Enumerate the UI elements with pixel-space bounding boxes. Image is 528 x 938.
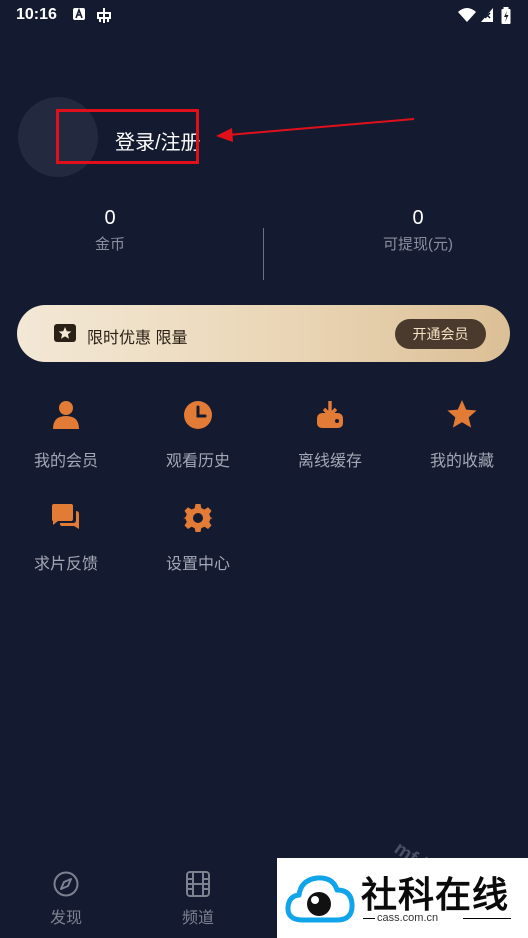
withdrawable-value: 0 (412, 207, 424, 229)
watermark-logo: 社科在线 cass.com.cn (277, 858, 528, 938)
debug-icon (97, 8, 111, 23)
stat-divider (263, 228, 264, 280)
status-time: 10:16 (16, 6, 57, 23)
watermark-site-name: 社科在线 (361, 874, 510, 915)
stat-withdrawable[interactable]: 0 可提现(元) (318, 207, 518, 254)
nav-label: 频道 (181, 910, 214, 927)
grid-label: 我的会员 (33, 453, 98, 470)
withdrawable-label: 可提现(元) (383, 236, 453, 253)
grid-item-my-membership[interactable]: 我的会员 (11, 399, 121, 471)
nav-channels[interactable]: 频道 (163, 870, 233, 928)
gear-icon (183, 504, 213, 532)
coins-label: 金币 (94, 236, 125, 253)
battery-icon (501, 7, 511, 24)
watermark-site-domain: cass.com.cn (377, 912, 439, 924)
vip-promo-banner[interactable]: 限时优惠 限量 开通会员 (17, 305, 510, 362)
signal-icon (481, 8, 493, 22)
wifi-icon (458, 8, 476, 22)
watermark-rule-right (463, 918, 511, 919)
status-bar: 10:16 (0, 0, 528, 30)
cloud-eye-logo-icon (285, 875, 355, 923)
nav-discover[interactable]: 发现 (31, 870, 101, 928)
user-icon (53, 401, 79, 429)
grid-label: 离线缓存 (297, 453, 362, 470)
notification-a-icon (73, 7, 85, 20)
grid-item-settings[interactable]: 设置中心 (143, 502, 253, 574)
grid-item-request-feedback[interactable]: 求片反馈 (11, 502, 121, 574)
grid-label: 观看历史 (165, 453, 230, 470)
annotation-highlight-box (56, 109, 199, 164)
annotation-arrow-icon (216, 118, 415, 142)
grid-item-offline-cache[interactable]: 离线缓存 (275, 399, 385, 471)
compass-icon (53, 871, 79, 897)
film-icon (186, 871, 210, 897)
download-icon (317, 401, 343, 428)
ticket-star-icon (54, 324, 76, 342)
coins-value: 0 (104, 207, 116, 229)
star-icon (447, 400, 477, 428)
clock-icon (184, 401, 212, 429)
open-membership-button[interactable]: 开通会员 (395, 319, 486, 349)
grid-item-my-favorites[interactable]: 我的收藏 (407, 399, 517, 471)
grid-label: 求片反馈 (33, 556, 98, 573)
stat-coins[interactable]: 0 金币 (10, 207, 210, 254)
nav-label: 发现 (49, 910, 82, 927)
chat-icon (52, 504, 79, 529)
grid-label: 我的收藏 (429, 453, 494, 470)
vip-promo-text: 限时优惠 限量 (87, 330, 188, 347)
grid-item-watch-history[interactable]: 观看历史 (143, 399, 253, 471)
grid-label: 设置中心 (165, 556, 230, 573)
watermark-rule-left (363, 918, 375, 919)
